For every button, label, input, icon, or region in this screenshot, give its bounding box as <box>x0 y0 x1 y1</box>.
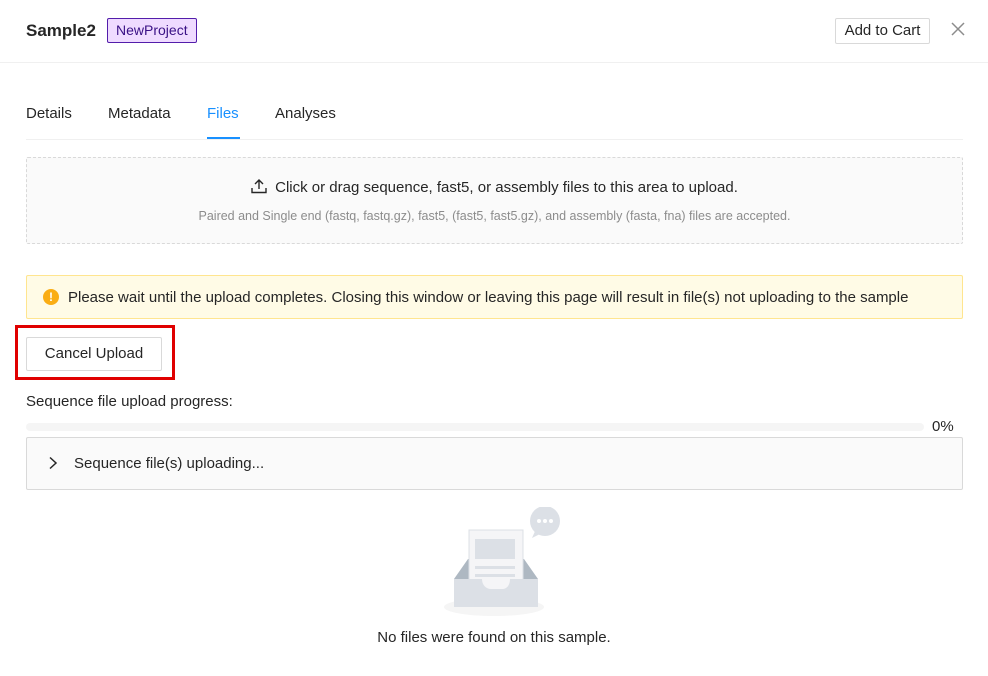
cancel-upload-button[interactable]: Cancel Upload <box>26 337 162 371</box>
tab-metadata[interactable]: Metadata <box>108 104 171 124</box>
tab-details[interactable]: Details <box>26 104 72 124</box>
empty-inbox-icon <box>440 506 564 619</box>
upload-collapse-panel[interactable]: Sequence file(s) uploading... <box>26 437 963 490</box>
progress-bar <box>26 423 924 431</box>
upload-main-text: Click or drag sequence, fast5, or assemb… <box>275 179 738 196</box>
project-tag: NewProject <box>107 18 197 43</box>
add-to-cart-button[interactable]: Add to Cart <box>835 18 930 44</box>
collapse-label: Sequence file(s) uploading... <box>74 455 265 472</box>
tab-bar: Details Metadata Files Analyses <box>26 96 963 140</box>
close-icon[interactable] <box>948 20 968 40</box>
upload-hint-text: Paired and Single end (fastq, fastq.gz),… <box>198 209 791 223</box>
tab-files[interactable]: Files <box>207 104 239 124</box>
exclamation-circle-icon: ! <box>43 289 59 305</box>
chevron-right-icon[interactable] <box>47 456 59 470</box>
upload-main-line: Click or drag sequence, fast5, or assemb… <box>27 178 962 198</box>
active-tab-indicator <box>207 137 240 139</box>
modal-header: Sample2 NewProject Add to Cart <box>0 0 988 63</box>
upload-dropzone[interactable]: Click or drag sequence, fast5, or assemb… <box>26 157 963 244</box>
upload-icon <box>251 179 275 196</box>
tab-analyses[interactable]: Analyses <box>275 104 336 124</box>
progress-label: Sequence file upload progress: <box>26 393 233 410</box>
upload-warning-alert: ! Please wait until the upload completes… <box>26 275 963 319</box>
sample-title: Sample2 <box>26 21 96 40</box>
progress-percent: 0% <box>932 418 954 435</box>
empty-state-text: No files were found on this sample. <box>377 629 611 646</box>
alert-message: Please wait until the upload completes. … <box>68 289 909 306</box>
